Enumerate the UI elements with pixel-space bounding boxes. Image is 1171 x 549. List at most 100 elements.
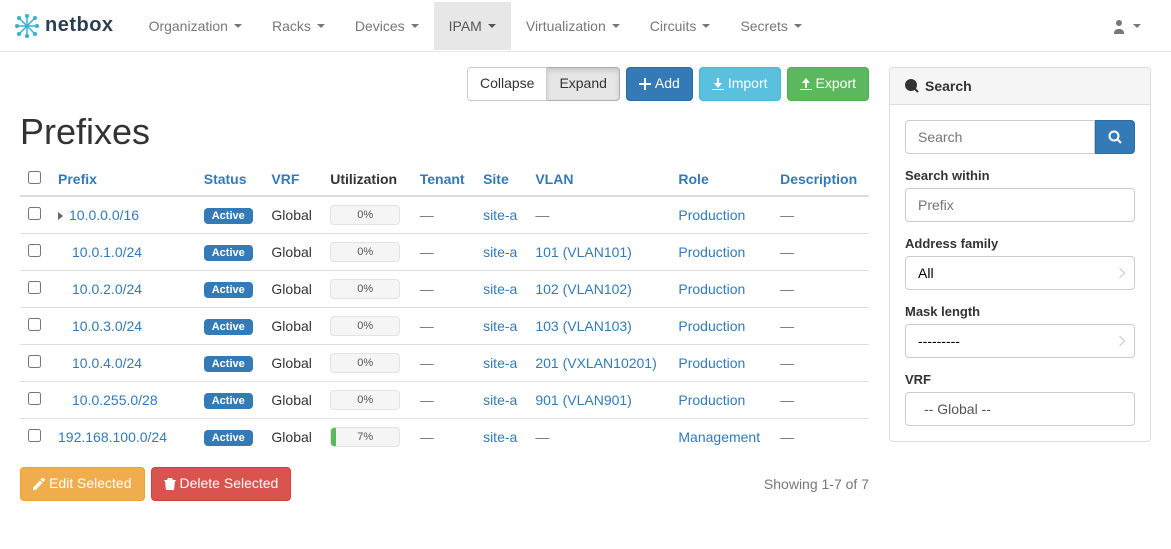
utilization-text: 7% xyxy=(331,428,399,446)
address-family-select[interactable]: All xyxy=(905,256,1135,290)
nav-link-secrets[interactable]: Secrets xyxy=(725,2,816,50)
prefix-link[interactable]: 10.0.1.0/24 xyxy=(72,244,142,260)
mask-length-select[interactable]: --------- xyxy=(905,324,1135,358)
role-link[interactable]: Production xyxy=(678,392,745,408)
prefix-link[interactable]: 10.0.2.0/24 xyxy=(72,281,142,297)
search-icon xyxy=(1108,130,1122,144)
vlan-link[interactable]: 103 (VLAN103) xyxy=(535,318,632,334)
vlan-link[interactable]: 901 (VLAN901) xyxy=(535,392,632,408)
edit-selected-label: Edit Selected xyxy=(49,474,132,494)
row-checkbox[interactable] xyxy=(28,318,41,331)
nav-link-racks[interactable]: Racks xyxy=(257,2,340,50)
delete-selected-label: Delete Selected xyxy=(180,474,279,494)
row-checkbox[interactable] xyxy=(28,207,41,220)
search-panel-heading: Search xyxy=(890,68,1150,105)
search-input[interactable] xyxy=(905,120,1095,154)
nav-link-circuits[interactable]: Circuits xyxy=(635,2,726,50)
nav-item: Organization xyxy=(134,2,257,50)
col-vlan[interactable]: VLAN xyxy=(535,171,573,187)
site-link[interactable]: site-a xyxy=(483,281,517,297)
expand-button[interactable]: Expand xyxy=(547,67,619,101)
utilization-bar: 0% xyxy=(330,279,400,299)
vrf-label: VRF xyxy=(905,372,1135,387)
site-link[interactable]: site-a xyxy=(483,429,517,445)
role-link[interactable]: Management xyxy=(678,429,760,445)
prefix-link[interactable]: 10.0.0.0/16 xyxy=(69,207,139,223)
main-nav: Organization Racks Devices IPAMVirtualizati… xyxy=(134,2,1096,50)
description-cell: — xyxy=(780,207,794,223)
description-cell: — xyxy=(780,244,794,260)
site-link[interactable]: site-a xyxy=(483,355,517,371)
tree-expand-icon[interactable] xyxy=(58,212,63,220)
nav-item: Virtualization xyxy=(511,2,635,50)
prefix-link[interactable]: 192.168.100.0/24 xyxy=(58,429,167,445)
vrf-cell: Global xyxy=(263,270,322,307)
nav-link-organization[interactable]: Organization xyxy=(134,2,257,50)
nav-item: Secrets xyxy=(725,2,816,50)
nav-label: Devices xyxy=(355,18,405,34)
brand-link[interactable]: netbox xyxy=(15,14,134,38)
select-all-checkbox[interactable] xyxy=(28,171,41,184)
delete-selected-button[interactable]: Delete Selected xyxy=(151,467,292,501)
count-text: Showing 1-7 of 7 xyxy=(764,476,869,492)
caret-down-icon xyxy=(411,24,419,28)
role-link[interactable]: Production xyxy=(678,244,745,260)
user-menu[interactable] xyxy=(1096,2,1156,50)
nav-link-virtualization[interactable]: Virtualization xyxy=(511,2,635,50)
row-checkbox[interactable] xyxy=(28,392,41,405)
within-input[interactable] xyxy=(905,188,1135,222)
upload-icon xyxy=(800,78,812,90)
col-role[interactable]: Role xyxy=(678,171,708,187)
import-button[interactable]: Import xyxy=(699,67,781,101)
row-checkbox[interactable] xyxy=(28,281,41,294)
site-link[interactable]: site-a xyxy=(483,244,517,260)
col-prefix[interactable]: Prefix xyxy=(58,171,97,187)
trash-icon xyxy=(164,478,176,490)
import-label: Import xyxy=(728,74,768,94)
caret-down-icon xyxy=(612,24,620,28)
edit-selected-button[interactable]: Edit Selected xyxy=(20,467,145,501)
role-link[interactable]: Production xyxy=(678,318,745,334)
add-button[interactable]: Add xyxy=(626,67,693,101)
description-cell: — xyxy=(780,392,794,408)
col-description[interactable]: Description xyxy=(780,171,857,187)
nav-label: Organization xyxy=(149,18,228,34)
col-status[interactable]: Status xyxy=(204,171,247,187)
col-site[interactable]: Site xyxy=(483,171,509,187)
prefix-link[interactable]: 10.0.3.0/24 xyxy=(72,318,142,334)
collapse-button[interactable]: Collapse xyxy=(467,67,547,101)
table-row: 10.0.2.0/24ActiveGlobal0%—site-a102 (VLA… xyxy=(20,270,869,307)
prefix-link[interactable]: 10.0.4.0/24 xyxy=(72,355,142,371)
export-button[interactable]: Export xyxy=(787,67,869,101)
utilization-text: 0% xyxy=(331,243,399,261)
site-link[interactable]: site-a xyxy=(483,318,517,334)
utilization-bar: 0% xyxy=(330,316,400,336)
vlan-link[interactable]: 101 (VLAN101) xyxy=(535,244,632,260)
vlan-link[interactable]: 201 (VXLAN10201) xyxy=(535,355,656,371)
utilization-bar: 0% xyxy=(330,205,400,225)
site-link[interactable]: site-a xyxy=(483,207,517,223)
col-tenant[interactable]: Tenant xyxy=(420,171,465,187)
row-checkbox[interactable] xyxy=(28,429,41,442)
col-vrf[interactable]: VRF xyxy=(271,171,299,187)
table-row: 10.0.3.0/24ActiveGlobal0%—site-a103 (VLA… xyxy=(20,307,869,344)
table-row: 10.0.0.0/16ActiveGlobal0%—site-a—Product… xyxy=(20,196,869,234)
status-badge: Active xyxy=(204,319,253,335)
prefix-link[interactable]: 10.0.255.0/28 xyxy=(72,392,158,408)
role-link[interactable]: Production xyxy=(678,355,745,371)
nav-label: Racks xyxy=(272,18,311,34)
vlan-link[interactable]: 102 (VLAN102) xyxy=(535,281,632,297)
role-link[interactable]: Production xyxy=(678,281,745,297)
nav-link-devices[interactable]: Devices xyxy=(340,2,434,50)
nav-link-ipam[interactable]: IPAM xyxy=(434,2,511,50)
row-checkbox[interactable] xyxy=(28,244,41,257)
description-cell: — xyxy=(780,429,794,445)
site-link[interactable]: site-a xyxy=(483,392,517,408)
row-checkbox[interactable] xyxy=(28,355,41,368)
description-cell: — xyxy=(780,355,794,371)
search-submit-button[interactable] xyxy=(1095,120,1135,154)
vrf-select[interactable]: -- Global -- xyxy=(905,392,1135,426)
role-link[interactable]: Production xyxy=(678,207,745,223)
vrf-cell: Global xyxy=(263,307,322,344)
utilization-text: 0% xyxy=(331,391,399,409)
